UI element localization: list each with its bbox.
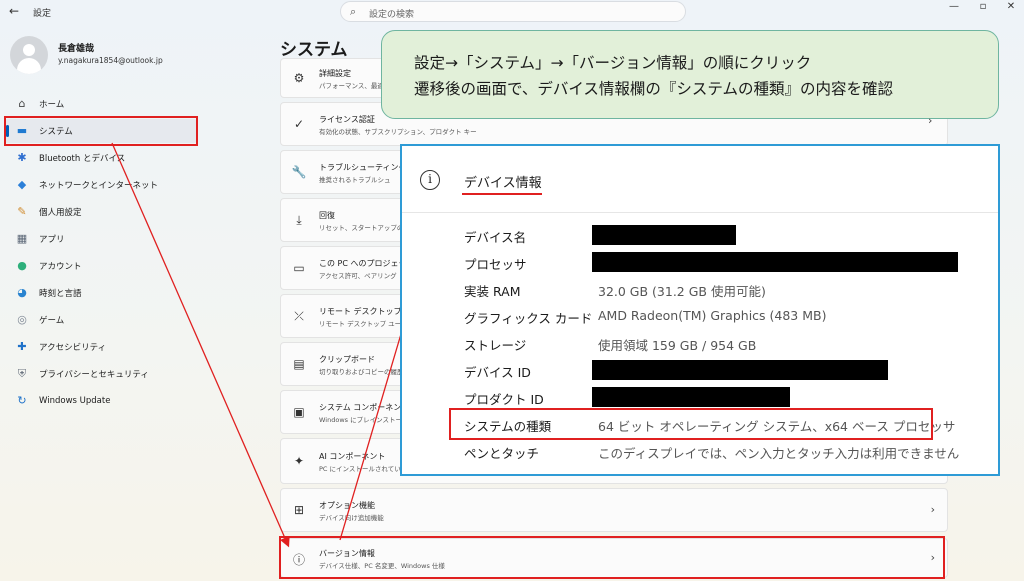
redacted-value	[592, 252, 958, 272]
redacted-value	[592, 225, 736, 245]
device-info-row: プロダクト ID	[464, 386, 994, 408]
device-info-key: ストレージ	[464, 338, 527, 353]
device-info-key: プロダクト ID	[464, 392, 544, 407]
device-info-key: グラフィックス カード	[464, 311, 593, 326]
redacted-value	[592, 387, 790, 407]
device-info-row: ペンとタッチ このディスプレイでは、ペン入力とタッチ入力は利用できません	[464, 440, 994, 462]
device-info-key: デバイス ID	[464, 365, 531, 380]
arrow-system-to-version	[111, 142, 290, 548]
device-info-panel: i デバイス情報 デバイス名プロセッサ実装 RAM 32.0 GB (31.2 G…	[400, 144, 1000, 476]
device-info-value: このディスプレイでは、ペン入力とタッチ入力は利用できません	[598, 446, 960, 461]
device-info-row: デバイス ID	[464, 359, 994, 381]
device-info-key: システムの種類	[464, 419, 552, 434]
device-info-key: 実装 RAM	[464, 284, 521, 299]
info-icon: i	[420, 170, 440, 190]
device-info-row: システムの種類 64 ビット オペレーティング システム、x64 ベース プロセッ…	[464, 413, 994, 435]
device-info-value: AMD Radeon(TM) Graphics (483 MB)	[598, 308, 827, 323]
device-info-row: グラフィックス カード AMD Radeon(TM) Graphics (483 …	[464, 305, 994, 327]
device-info-key: ペンとタッチ	[464, 446, 540, 461]
chevron-right-icon: ›	[928, 114, 933, 127]
redacted-value	[592, 360, 888, 380]
device-info-row: 実装 RAM 32.0 GB (31.2 GB 使用可能)	[464, 278, 994, 300]
panel-divider	[402, 212, 998, 213]
title-underline	[462, 193, 542, 195]
device-info-key: デバイス名	[464, 230, 527, 245]
device-info-key: プロセッサ	[464, 257, 527, 272]
device-info-value: 64 ビット オペレーティング システム、x64 ベース プロセッサ	[598, 419, 956, 434]
device-info-value: 32.0 GB (31.2 GB 使用可能)	[598, 284, 766, 299]
arrow-version-to-panel	[339, 304, 412, 541]
device-info-row: プロセッサ	[464, 251, 994, 273]
device-info-row: デバイス名	[464, 224, 994, 246]
device-info-value: 使用領域 159 GB / 954 GB	[598, 338, 757, 353]
device-info-row: ストレージ 使用領域 159 GB / 954 GB	[464, 332, 994, 354]
device-info-title: デバイス情報	[464, 176, 542, 191]
